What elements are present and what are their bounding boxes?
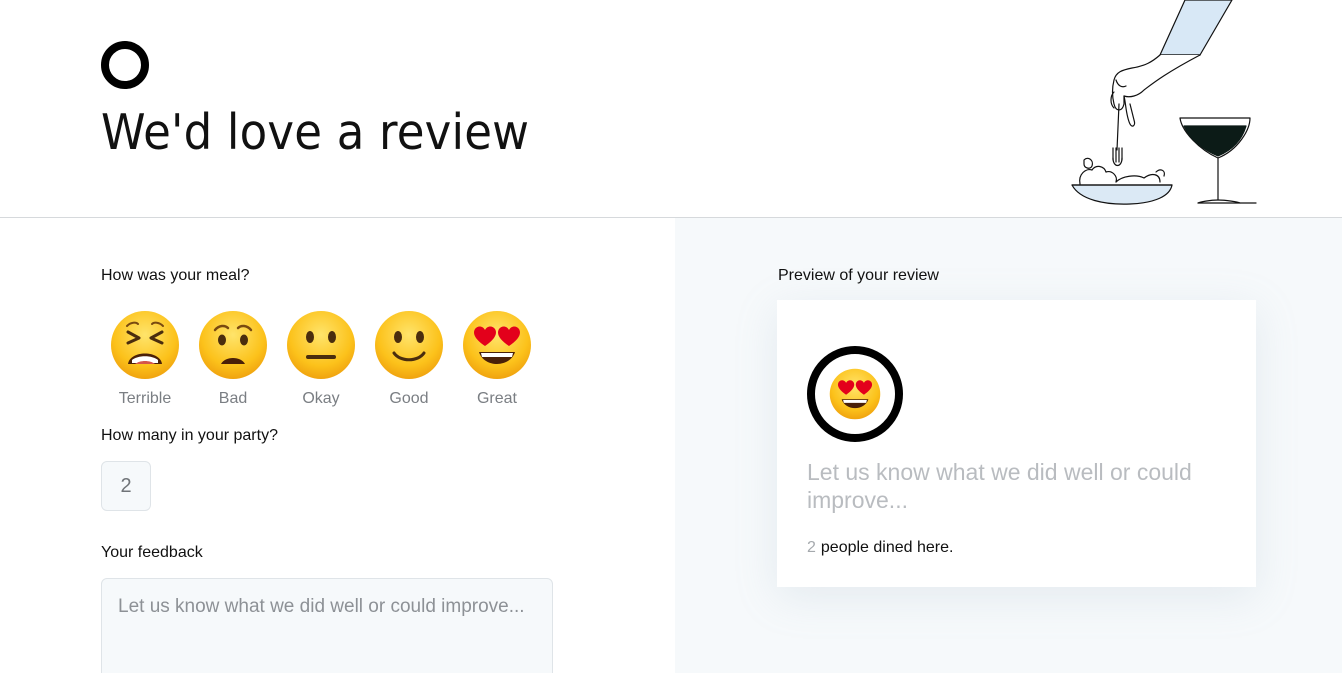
dining-illustration [1071,0,1257,205]
meal-rating-group: Terrible Bad Okay Good Great [101,310,541,408]
rating-label: Great [476,390,517,407]
rating-option-good[interactable]: Good [365,310,453,408]
rating-label: Okay [302,390,340,407]
party-question: How many in your party? [101,427,278,444]
rating-option-bad[interactable]: Bad [189,310,277,408]
slightly-smiling-face-icon [375,311,443,379]
heart-eyes-face-icon [829,368,881,420]
rating-label: Terrible [118,390,172,407]
page-header: We'd love a review [0,0,1342,218]
party-size-input[interactable]: 2 [101,461,151,511]
preview-diners-count: 2 [807,539,816,556]
feedback-label: Your feedback [101,544,203,561]
review-preview-card: Let us know what we did well or could im… [777,300,1256,587]
preview-rating-badge [807,346,903,442]
page-title: We'd love a review [101,104,530,161]
rating-option-great[interactable]: Great [453,310,541,408]
ring-logo-icon [101,41,149,89]
preview-feedback-text: Let us know what we did well or could im… [807,459,1192,513]
rating-label: Bad [218,390,248,407]
heart-eyes-face-icon [463,311,531,379]
feedback-textarea[interactable]: Let us know what we did well or could im… [101,578,553,673]
rating-option-terrible[interactable]: Terrible [101,310,189,408]
preview-diners-suffix: people dined here. [820,539,954,556]
rating-option-okay[interactable]: Okay [277,310,365,408]
rating-label: Good [389,390,429,407]
tired-face-icon [111,311,179,379]
preview-diners-line: 2 people dined here. [807,539,953,557]
meal-question: How was your meal? [101,267,250,284]
neutral-face-icon [287,311,355,379]
frowning-face-icon [199,311,267,379]
preview-label: Preview of your review [778,267,939,284]
